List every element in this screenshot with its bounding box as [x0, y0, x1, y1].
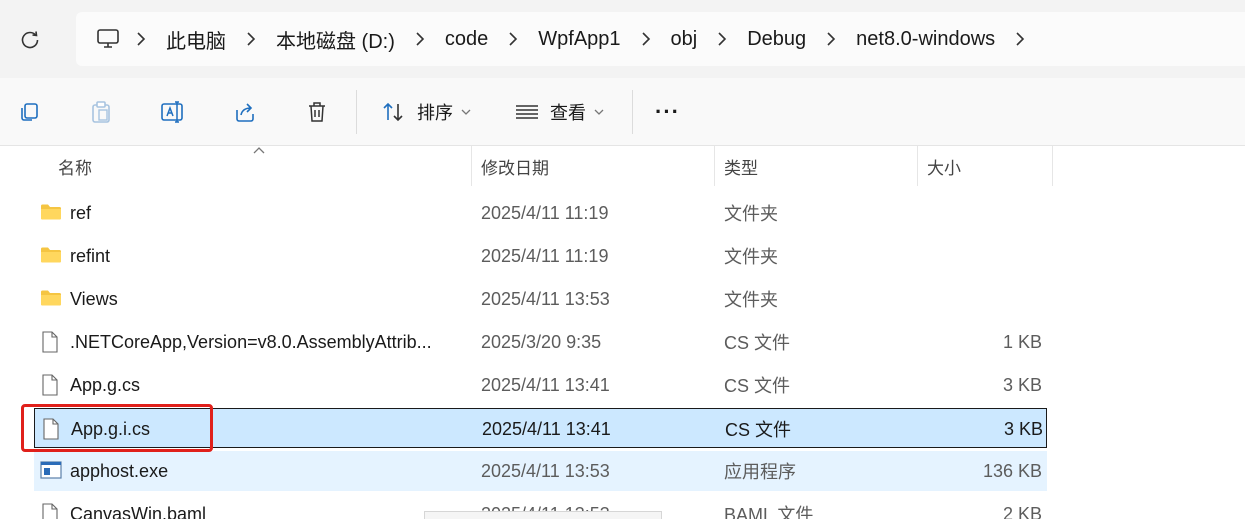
chevron-right-icon[interactable]	[232, 31, 270, 47]
file-size: 3 KB	[1003, 418, 1043, 439]
breadcrumb-item[interactable]: obj	[665, 28, 704, 51]
column-header-type[interactable]: 类型	[724, 146, 758, 186]
folder-icon	[40, 288, 62, 310]
file-type: 文件夹	[724, 204, 778, 224]
delete-button[interactable]	[303, 98, 331, 126]
file-name: Views	[70, 288, 118, 309]
breadcrumb-item[interactable]: WpfApp1	[532, 28, 626, 51]
file-modified: 2025/4/11 13:41	[481, 374, 610, 395]
annotation-highlight-box	[21, 404, 213, 452]
tooltip	[424, 511, 662, 519]
column-header-modified[interactable]: 修改日期	[481, 146, 549, 186]
column-header-size[interactable]: 大小	[927, 146, 961, 186]
sort-button[interactable]: 排序	[381, 96, 471, 128]
file-size: 2 KB	[1002, 503, 1042, 519]
paste-button[interactable]	[87, 98, 115, 126]
file-type: CS 文件	[724, 333, 791, 353]
file-type: BAML 文件	[724, 505, 814, 519]
address-bar[interactable]: 此电脑 本地磁盘 (D:) code WpfApp1 obj Debug net8.0-wi…	[76, 12, 1245, 66]
chevron-right-icon[interactable]	[703, 31, 741, 47]
chevron-down-icon	[461, 109, 471, 115]
view-button[interactable]: 查看	[514, 96, 604, 128]
file-name: refint	[70, 245, 111, 266]
file-row[interactable]: apphost.exe 2025/4/11 13:53 应用程序 136 KB	[34, 451, 1047, 491]
file-name: ref	[70, 202, 92, 223]
refresh-icon	[21, 31, 39, 49]
column-header-name[interactable]: 名称	[58, 146, 92, 186]
file-name: CanvasWin.baml	[70, 503, 207, 519]
chevron-right-icon[interactable]	[122, 31, 160, 47]
file-modified: 2025/4/11 11:19	[481, 245, 609, 266]
more-icon: ···	[655, 99, 680, 124]
breadcrumb-item[interactable]: Debug	[741, 28, 812, 51]
rename-button[interactable]	[159, 98, 187, 126]
column-divider[interactable]	[714, 146, 715, 186]
file-size	[922, 279, 1042, 319]
column-divider[interactable]	[1052, 146, 1053, 186]
file-row[interactable]: Views 2025/4/11 13:53 文件夹	[34, 279, 1047, 319]
exe-icon	[40, 460, 62, 482]
breadcrumb-item[interactable]: code	[439, 28, 494, 51]
file-size	[922, 236, 1042, 276]
file-name: apphost.exe	[70, 460, 169, 481]
file-type: 文件夹	[724, 290, 778, 310]
breadcrumb-item[interactable]: 此电脑	[160, 25, 232, 54]
copy-icon	[21, 103, 38, 121]
folder-icon	[40, 245, 62, 267]
breadcrumb-item[interactable]: 本地磁盘 (D:)	[270, 25, 401, 54]
file-modified: 2025/4/11 13:41	[482, 418, 611, 439]
sort-ascending-icon	[253, 147, 265, 154]
file-row[interactable]: ref 2025/4/11 11:19 文件夹	[34, 193, 1047, 233]
toolbar-divider	[632, 90, 633, 134]
file-row[interactable]: .NETCoreApp,Version=v8.0.AssemblyAttrib.…	[34, 322, 1047, 362]
trash-icon	[309, 102, 325, 122]
this-pc-icon[interactable]	[94, 25, 122, 53]
breadcrumb-item[interactable]: net8.0-windows	[850, 28, 1001, 51]
file-icon	[40, 374, 62, 396]
chevron-right-icon[interactable]	[627, 31, 665, 47]
file-size: 1 KB	[1002, 331, 1042, 352]
file-modified: 2025/4/11 11:19	[481, 202, 609, 223]
file-size: 136 KB	[982, 460, 1042, 481]
command-bar: 排序 查看 ···	[0, 78, 1245, 146]
more-options-button[interactable]: ···	[655, 96, 680, 128]
file-name: App.g.cs	[70, 374, 141, 395]
column-divider[interactable]	[471, 146, 472, 186]
file-row[interactable]: App.g.cs 2025/4/11 13:41 CS 文件 3 KB	[34, 365, 1047, 405]
toolbar-divider	[356, 90, 357, 134]
file-modified: 2025/4/11 13:53	[481, 460, 610, 481]
chevron-down-icon	[594, 109, 604, 115]
chevron-right-icon[interactable]	[401, 31, 439, 47]
file-size: 3 KB	[1002, 374, 1042, 395]
chevron-right-icon[interactable]	[1001, 31, 1039, 47]
file-modified: 2025/4/11 13:53	[481, 288, 610, 309]
view-label: 查看	[550, 103, 586, 123]
sort-label: 排序	[417, 103, 453, 123]
share-button[interactable]	[231, 98, 259, 126]
file-size	[922, 193, 1042, 233]
chevron-right-icon[interactable]	[812, 31, 850, 47]
folder-icon	[40, 202, 62, 224]
file-type: 应用程序	[724, 462, 796, 482]
copy-button[interactable]	[15, 98, 43, 126]
file-name: .NETCoreApp,Version=v8.0.AssemblyAttrib.…	[70, 331, 432, 352]
file-list: 名称 修改日期 类型 大小 ref 2025/4/11 11:19 文件夹 refin…	[0, 146, 1245, 519]
file-type: CS 文件	[724, 376, 791, 396]
sort-icon	[383, 102, 403, 122]
chevron-right-icon[interactable]	[494, 31, 532, 47]
column-divider[interactable]	[917, 146, 918, 186]
share-icon	[236, 103, 254, 122]
rename-icon	[161, 101, 183, 123]
file-type: CS 文件	[725, 420, 792, 440]
file-icon	[40, 503, 62, 519]
file-icon	[40, 331, 62, 353]
address-toolbar: 此电脑 本地磁盘 (D:) code WpfApp1 obj Debug net8.0-wi…	[0, 0, 1245, 78]
paste-icon	[92, 101, 110, 123]
view-list-icon	[516, 105, 538, 119]
file-modified: 2025/3/20 9:35	[481, 331, 602, 352]
breadcrumb: 此电脑 本地磁盘 (D:) code WpfApp1 obj Debug net8.0-wi…	[122, 25, 1039, 54]
file-type: 文件夹	[724, 247, 778, 267]
refresh-button[interactable]	[16, 26, 44, 54]
file-row[interactable]: refint 2025/4/11 11:19 文件夹	[34, 236, 1047, 276]
